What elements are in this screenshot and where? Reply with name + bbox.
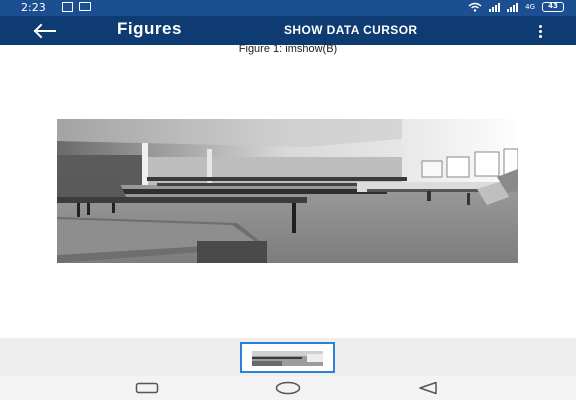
battery-icon: 43: [542, 2, 564, 12]
status-time: 2:23: [21, 1, 46, 14]
home-button[interactable]: [274, 380, 302, 396]
figure-title: Figure 1: imshow(B): [238, 43, 338, 55]
overflow-menu-icon: [538, 24, 542, 28]
status-icons-right: 4G 43: [468, 2, 564, 12]
figure-image[interactable]: [57, 119, 518, 263]
back-nav-button[interactable]: [416, 380, 440, 396]
signal-icon: [489, 2, 501, 12]
status-icons-left: [62, 2, 91, 12]
battery-level: 43: [548, 2, 558, 10]
app-bar: Figures SHOW DATA CURSOR: [0, 16, 576, 45]
signal-icon-2: [507, 2, 519, 12]
message-icon: [62, 2, 73, 12]
grayscale-classroom-image: [57, 119, 518, 263]
status-bar: 2:23 4G 43: [0, 0, 576, 16]
thumbnail-image-icon: [252, 351, 323, 366]
page-title: Figures: [117, 19, 182, 38]
thumbnail-strip: [0, 338, 576, 376]
back-icon: [419, 381, 437, 395]
home-icon: [275, 381, 301, 395]
back-button[interactable]: [28, 19, 60, 43]
system-navigation-bar: [0, 376, 576, 400]
back-arrow-icon: [33, 23, 56, 39]
figure-thumbnail[interactable]: [240, 342, 335, 373]
recents-icon: [135, 382, 159, 394]
overflow-menu-button[interactable]: [533, 22, 547, 40]
wifi-icon: [468, 2, 482, 12]
recents-button[interactable]: [134, 380, 160, 396]
show-data-cursor-button[interactable]: SHOW DATA CURSOR: [284, 23, 418, 37]
network-type-label: 4G: [525, 2, 535, 11]
screen-icon: [79, 2, 91, 11]
